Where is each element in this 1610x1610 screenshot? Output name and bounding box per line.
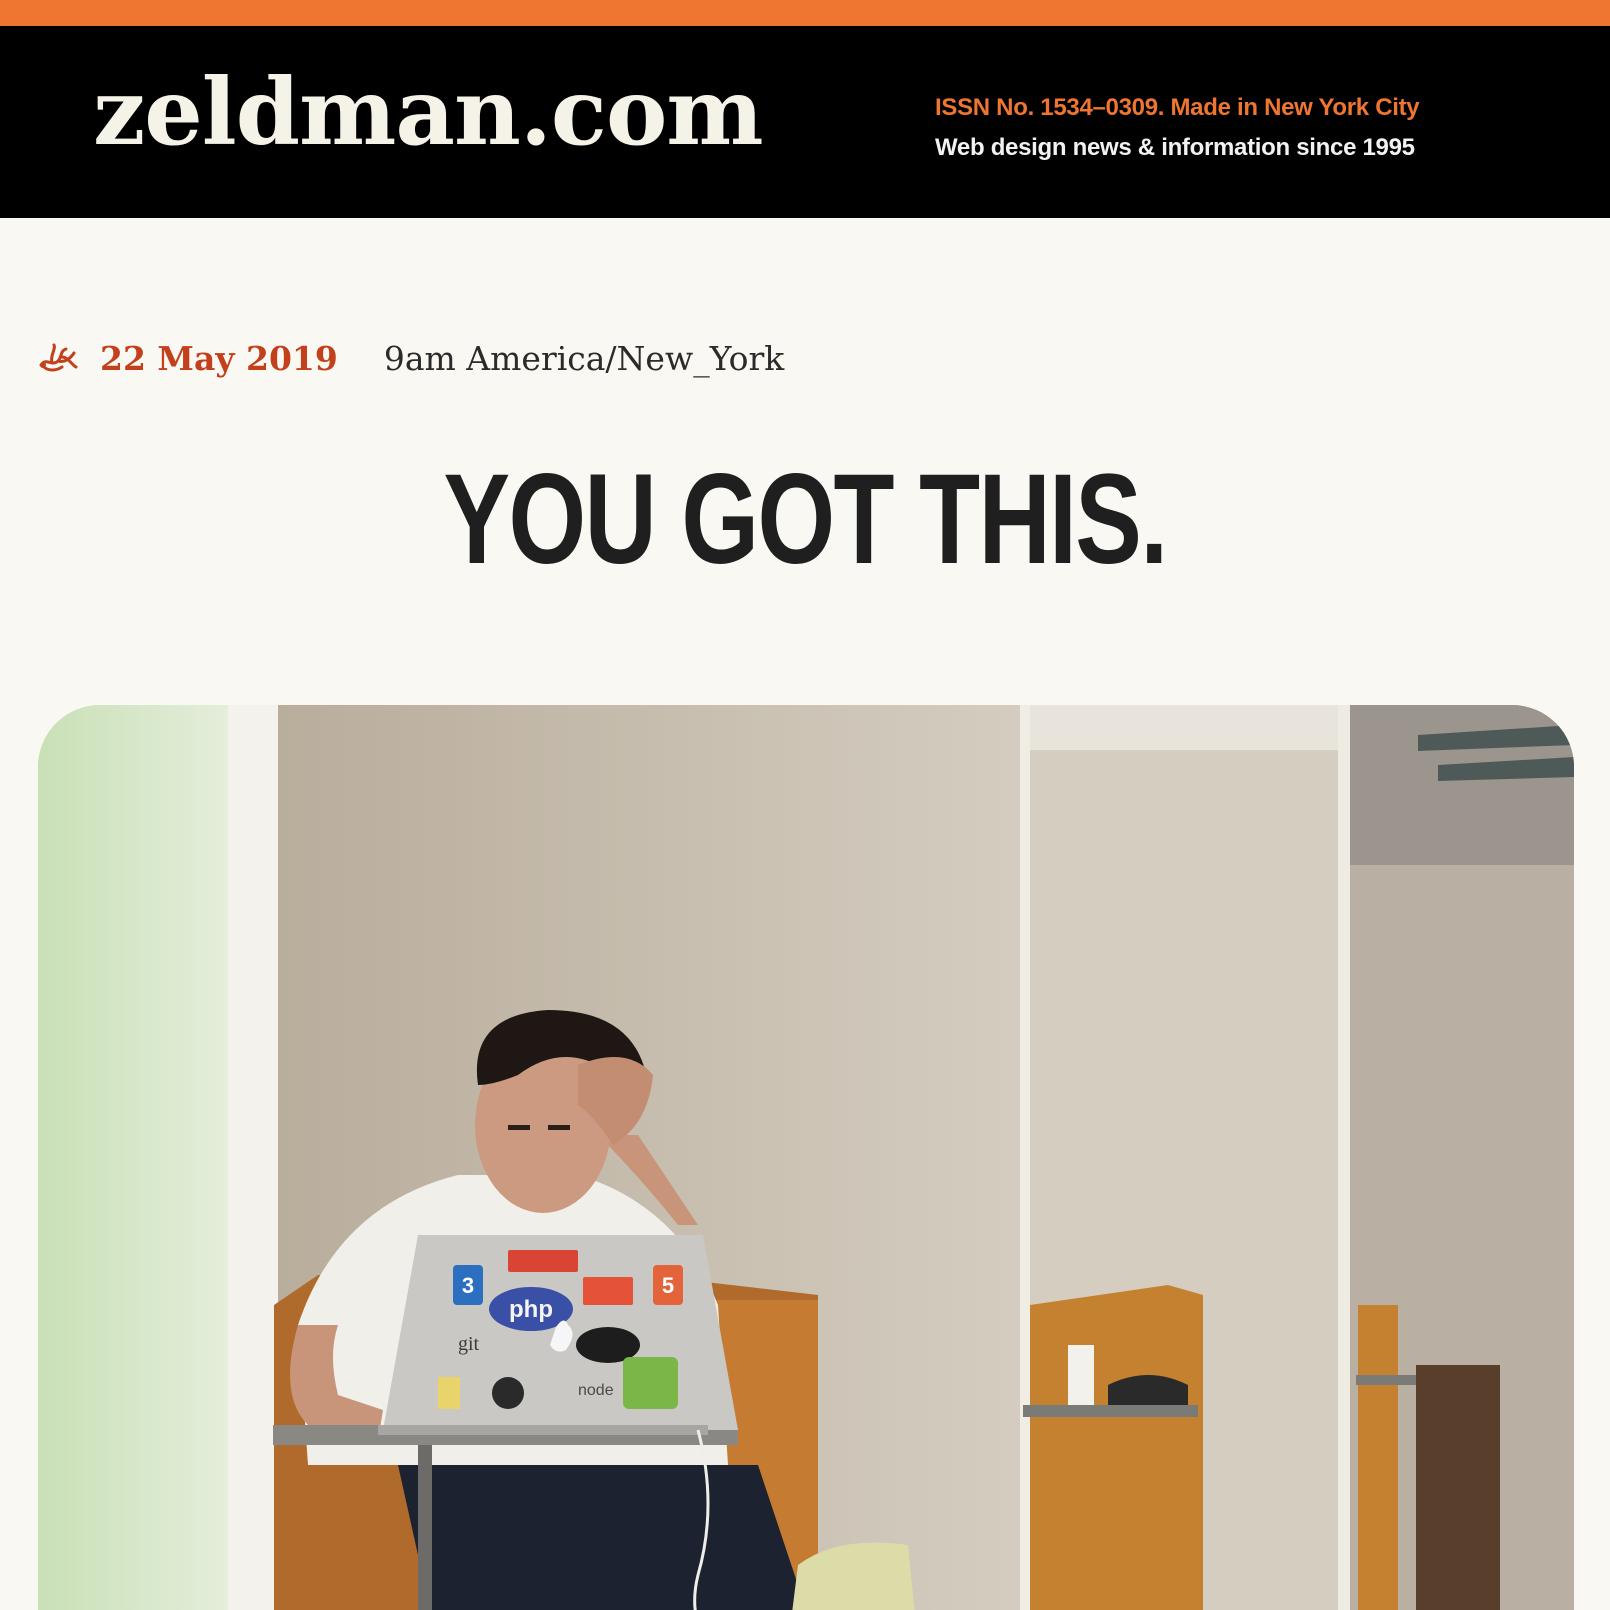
sticker-php: php: [509, 1296, 553, 1323]
tagline-description: Web design news & information since 1995: [935, 134, 1415, 161]
ornament-icon: [38, 343, 78, 373]
sticker-git: git: [458, 1333, 480, 1355]
page: zeldman.com ISSN No. 1534–0309. Made in …: [0, 0, 1610, 1610]
sticker-css3: 3: [462, 1273, 474, 1298]
accent-stripe: [0, 0, 1610, 26]
site-tagline: ISSN No. 1534–0309. Made in New York Cit…: [935, 88, 1420, 168]
hero-image: php 5 3 git node: [38, 705, 1574, 1610]
post-title: YOU GOT THIS.: [443, 448, 1168, 591]
post-date-link[interactable]: 22 May 2019: [100, 339, 338, 378]
post-time: 9am America/New_York: [383, 338, 785, 378]
site-logo[interactable]: zeldman.com: [93, 66, 764, 158]
tagline-issn: ISSN No. 1534–0309. Made in New York Cit…: [935, 94, 1420, 121]
post-meta: 22 May 2019 9am America/New_York: [38, 333, 784, 383]
sticker-node: node: [578, 1382, 614, 1399]
sticker-html5: 5: [662, 1273, 674, 1298]
masthead: zeldman.com ISSN No. 1534–0309. Made in …: [0, 26, 1610, 218]
